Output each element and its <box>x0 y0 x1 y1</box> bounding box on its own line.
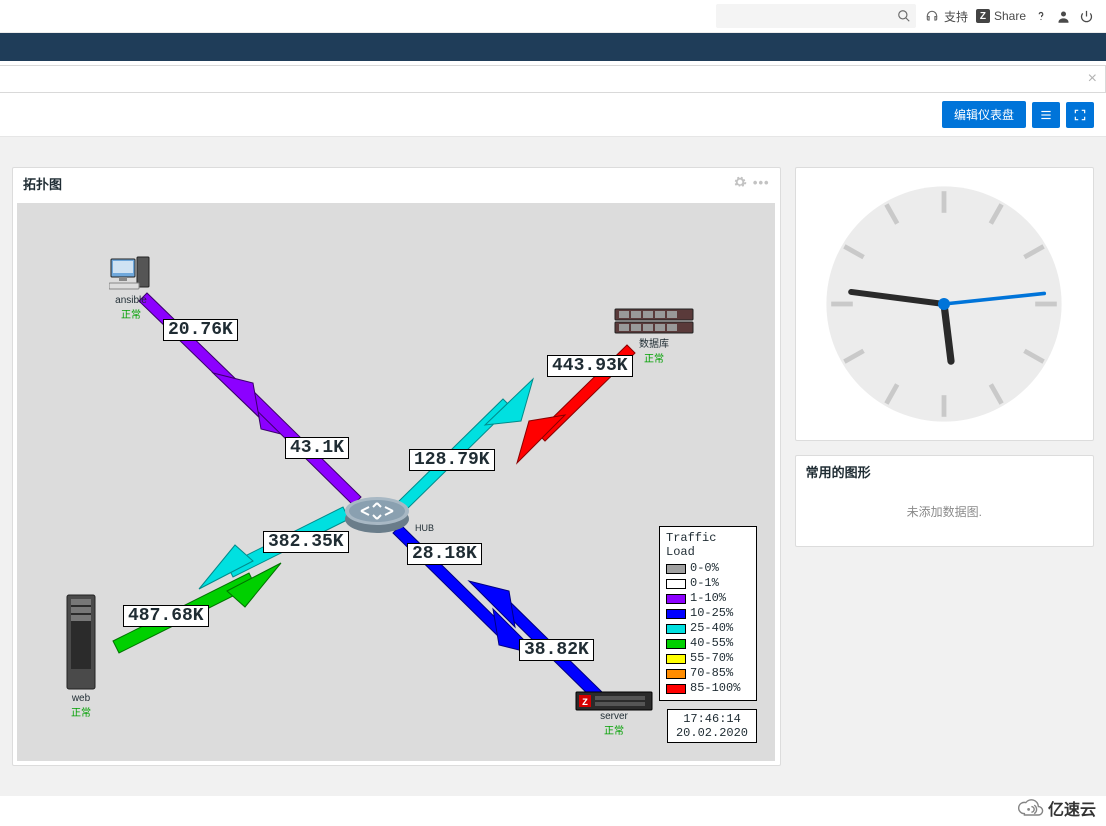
node-ansible[interactable]: ansible 正常 <box>109 255 153 321</box>
ansible-status: 正常 <box>121 306 141 321</box>
legend-swatch <box>666 579 686 589</box>
legend-swatch <box>666 684 686 694</box>
legend-swatch <box>666 624 686 634</box>
legend-row: 1-10% <box>666 591 750 606</box>
legend-label: 10-25% <box>690 606 733 621</box>
topology-widget: 拓扑图 ••• <box>12 167 781 766</box>
legend-label: 85-100% <box>690 681 740 696</box>
ansible-label: ansible <box>115 295 147 306</box>
hub-label: HUB <box>415 523 434 533</box>
support-label: 支持 <box>944 8 968 25</box>
tower-server-icon <box>61 593 101 693</box>
database-status: 正常 <box>644 350 664 365</box>
legend-row: 85-100% <box>666 681 750 696</box>
legend-title: Traffic Load <box>666 531 750 559</box>
main-nav-bar <box>0 33 1106 61</box>
legend-label: 1-10% <box>690 591 726 606</box>
storage-icon <box>613 307 695 335</box>
headset-icon <box>924 8 940 24</box>
topology-title: 拓扑图 <box>23 174 62 193</box>
link-database-in <box>397 379 533 511</box>
share-link[interactable]: Z Share <box>976 9 1026 23</box>
search-input[interactable] <box>724 8 896 24</box>
legend-row: 55-70% <box>666 651 750 666</box>
traffic-web-out: 487.68K <box>123 605 209 627</box>
desktop-icon <box>109 255 153 295</box>
legend-label: 70-85% <box>690 666 733 681</box>
legend-swatch <box>666 609 686 619</box>
search-wrap <box>716 4 916 28</box>
traffic-ansible-out: 20.76K <box>163 319 238 341</box>
traffic-server-out: 38.82K <box>519 639 594 661</box>
legend-swatch <box>666 669 686 679</box>
legend-swatch <box>666 594 686 604</box>
legend-swatch <box>666 654 686 664</box>
legend-label: 0-1% <box>690 576 719 591</box>
legend-swatch <box>666 564 686 574</box>
node-hub[interactable]: HUB <box>341 483 413 535</box>
database-label: 数据库 <box>639 335 669 350</box>
watermark-text: 亿速云 <box>1048 796 1096 820</box>
cloud-icon <box>1016 798 1044 818</box>
traffic-server-in: 28.18K <box>407 543 482 565</box>
legend-row: 10-25% <box>666 606 750 621</box>
dashboard-actions: 编辑仪表盘 <box>0 93 1106 137</box>
list-view-button[interactable] <box>1032 102 1060 128</box>
svg-text:Z: Z <box>582 698 588 709</box>
close-icon[interactable]: × <box>1088 70 1097 88</box>
node-database[interactable]: 数据库 正常 <box>613 307 695 365</box>
topology-header: 拓扑图 ••• <box>13 168 780 199</box>
legend-swatch <box>666 639 686 649</box>
legend-row: 0-1% <box>666 576 750 591</box>
web-status: 正常 <box>71 704 91 719</box>
timestamp-time: 17:46:14 <box>676 712 748 726</box>
analog-clock <box>824 184 1064 424</box>
edit-dashboard-button[interactable]: 编辑仪表盘 <box>942 101 1026 128</box>
help-icon[interactable] <box>1034 9 1048 23</box>
legend-label: 40-55% <box>690 636 733 651</box>
share-label: Share <box>994 9 1026 23</box>
legend-row: 0-0% <box>666 561 750 576</box>
node-web[interactable]: web 正常 <box>61 593 101 719</box>
power-icon[interactable] <box>1079 9 1094 24</box>
rack-server-icon: Z <box>575 691 653 711</box>
traffic-legend: Traffic Load 0-0%0-1%1-10%10-25%25-40%40… <box>659 526 757 701</box>
watermark: 亿速云 <box>1016 796 1096 820</box>
legend-row: 25-40% <box>666 621 750 636</box>
fullscreen-button[interactable] <box>1066 102 1094 128</box>
legend-label: 0-0% <box>690 561 719 576</box>
web-label: web <box>72 693 90 704</box>
dashboard: 拓扑图 ••• <box>0 137 1106 796</box>
traffic-database-in: 128.79K <box>409 449 495 471</box>
more-icon[interactable]: ••• <box>753 175 770 192</box>
server-status: 正常 <box>604 722 624 737</box>
support-link[interactable]: 支持 <box>924 8 968 25</box>
legend-label: 55-70% <box>690 651 733 666</box>
search-icon[interactable] <box>896 8 912 24</box>
legend-row: 40-55% <box>666 636 750 651</box>
legend-label: 25-40% <box>690 621 733 636</box>
alert-strip: × <box>0 65 1106 93</box>
z-badge-icon: Z <box>976 9 990 23</box>
graphs-empty-text: 未添加数据图. <box>907 505 982 519</box>
traffic-ansible-in: 43.1K <box>285 437 349 459</box>
topology-canvas[interactable]: 20.76K 43.1K 443.93K 128.79K 487.68K 382… <box>17 203 775 761</box>
user-icon[interactable] <box>1056 9 1071 24</box>
node-server[interactable]: Z server 正常 <box>575 691 653 737</box>
topology-timestamp: 17:46:14 20.02.2020 <box>667 709 757 743</box>
gear-icon[interactable] <box>733 175 747 192</box>
favorite-graphs-widget: 常用的图形 未添加数据图. <box>795 455 1094 547</box>
clock-widget <box>795 167 1094 441</box>
graphs-title: 常用的图形 <box>806 462 871 481</box>
timestamp-date: 20.02.2020 <box>676 726 748 740</box>
traffic-web-in: 382.35K <box>263 531 349 553</box>
legend-row: 70-85% <box>666 666 750 681</box>
top-bar: 支持 Z Share <box>0 0 1106 33</box>
server-label: server <box>600 711 628 722</box>
router-icon <box>341 483 413 535</box>
